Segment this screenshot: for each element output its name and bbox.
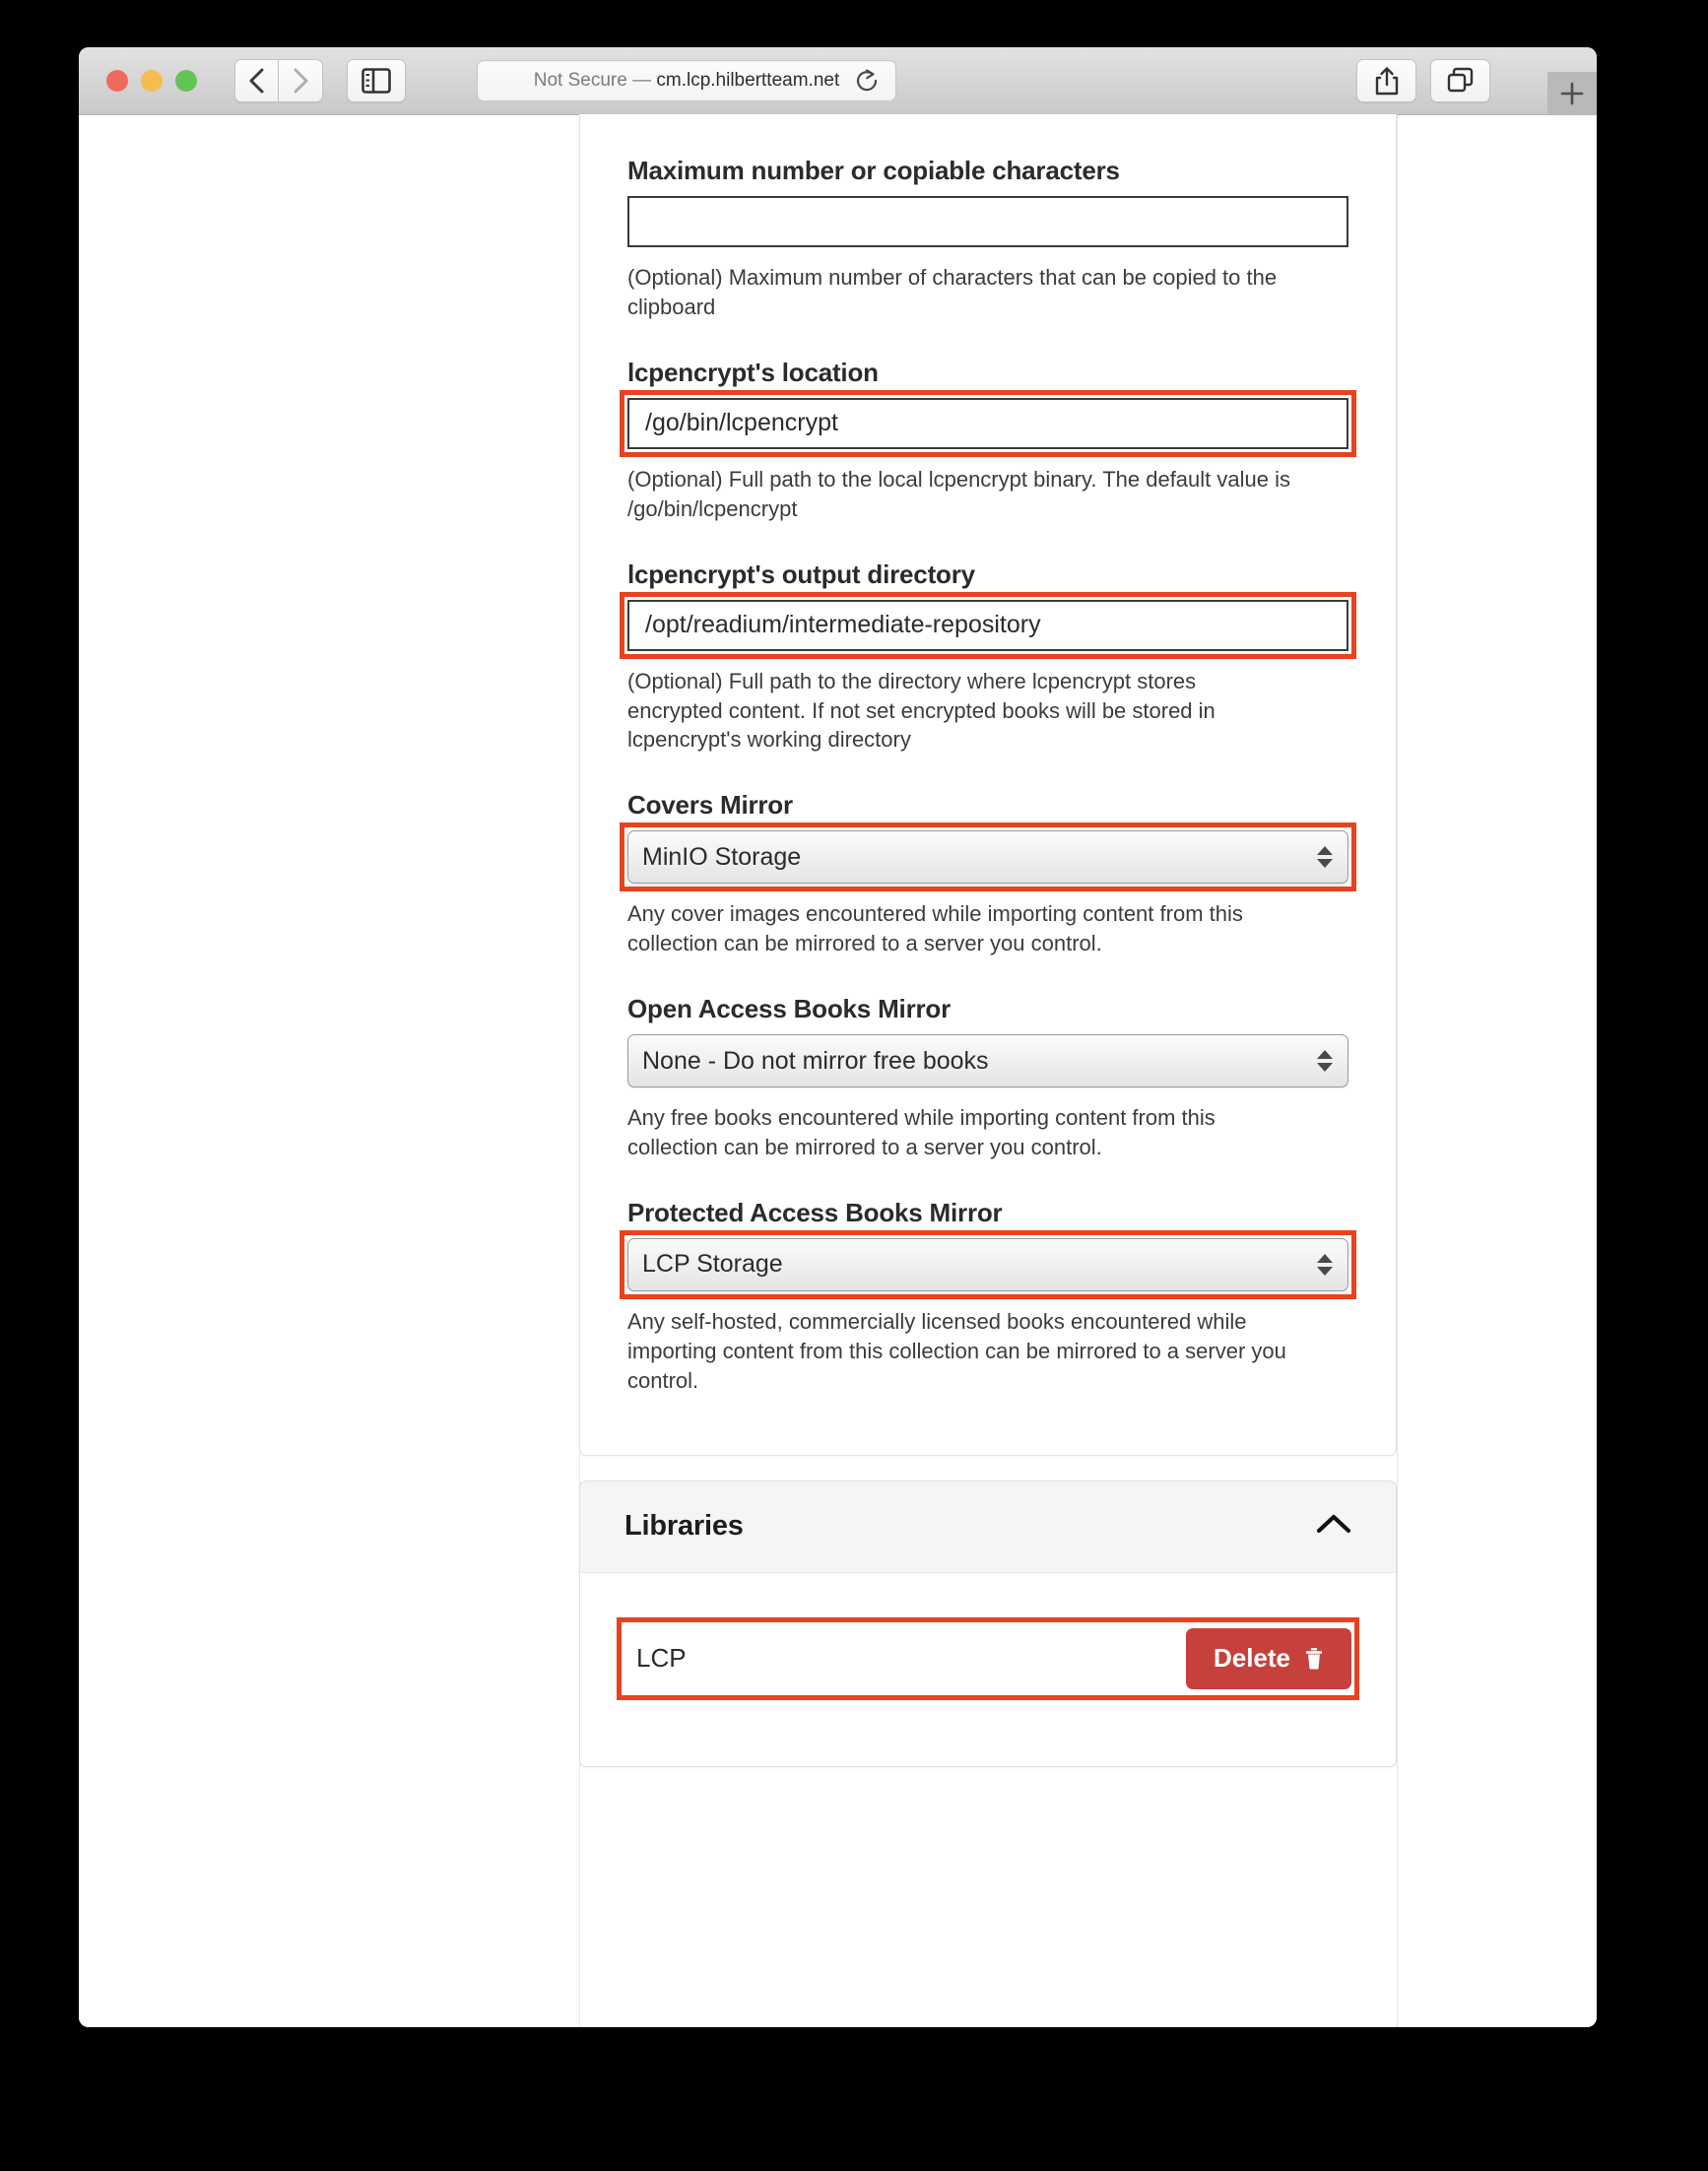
field-max-copiable-characters: Maximum number or copiable characters (O… (627, 114, 1348, 322)
field-help-text: (Optional) Maximum number of characters … (627, 265, 1278, 319)
toolbar-right-buttons (1356, 59, 1490, 102)
forward-button[interactable] (279, 59, 323, 102)
sidebar-toggle-button[interactable] (347, 59, 406, 102)
collection-settings-card: Maximum number or copiable characters (O… (579, 114, 1397, 1456)
libraries-panel-body: LCP Delete (580, 1573, 1396, 1766)
trash-icon (1306, 1647, 1322, 1670)
lcpencrypt-location-input[interactable] (620, 389, 1356, 457)
select-stepper-arrows-icon (1317, 1253, 1333, 1276)
select-stepper-arrows-icon (1317, 1050, 1333, 1073)
page-content: Maximum number or copiable characters (O… (79, 114, 1597, 2027)
back-button[interactable] (234, 59, 279, 102)
minimize-window-button[interactable] (141, 70, 163, 92)
window-controls (106, 70, 197, 92)
field-covers-mirror: Covers Mirror MinIO Storage Any cover im… (620, 790, 1356, 958)
sidebar-toggle-icon (361, 68, 391, 94)
reload-icon (856, 69, 878, 92)
covers-mirror-select[interactable]: MinIO Storage (620, 822, 1356, 892)
chevron-up-icon (1316, 1515, 1351, 1534)
field-help-text: Any cover images encountered while impor… (627, 901, 1243, 956)
delete-button-label: Delete (1213, 1643, 1290, 1674)
field-open-access-books-mirror: Open Access Books Mirror None - Do not m… (627, 994, 1348, 1162)
navigation-buttons (234, 59, 323, 102)
lcpencrypt-output-directory-input[interactable] (620, 591, 1356, 659)
content-right-divider (1397, 115, 1398, 2027)
tab-overview-icon (1447, 67, 1473, 93)
insecure-label: Not Secure (533, 70, 627, 91)
protected-access-books-mirror-select[interactable]: LCP Storage (620, 1229, 1356, 1299)
share-icon (1375, 67, 1398, 96)
field-label: Open Access Books Mirror (627, 994, 952, 1024)
forward-chevron-icon (294, 68, 308, 94)
field-help-text: Any self-hosted, commercially licensed b… (627, 1308, 1286, 1393)
library-row: LCP Delete (617, 1616, 1359, 1700)
browser-toolbar: Not Secure — cm.lcp.hilbertteam.net (79, 47, 1597, 115)
field-protected-access-books-mirror: Protected Access Books Mirror LCP Storag… (620, 1197, 1356, 1396)
libraries-panel-header[interactable]: Libraries (580, 1480, 1396, 1573)
select-stepper-arrows-icon (1317, 846, 1333, 869)
covers-mirror-select-value: MinIO Storage (627, 830, 1348, 885)
field-lcpencrypt-location: lcpencrypt's location (Optional) Full pa… (620, 357, 1356, 524)
back-chevron-icon (249, 68, 263, 94)
field-label: lcpencrypt's location (627, 357, 879, 387)
field-help-text: (Optional) Full path to the directory wh… (627, 668, 1215, 753)
field-label: Maximum number or copiable characters (627, 156, 1120, 185)
share-button[interactable] (1356, 59, 1416, 102)
libraries-panel: Libraries LCP Delete (579, 1480, 1397, 1767)
open-access-books-mirror-select-value: None - Do not mirror free books (627, 1034, 1348, 1088)
address-host: cm.lcp.hilbertteam.net (656, 70, 840, 91)
libraries-collapse-toggle[interactable] (1316, 1513, 1351, 1540)
field-help-text: Any free books encountered while importi… (627, 1105, 1215, 1160)
close-window-button[interactable] (106, 70, 128, 92)
max-copiable-characters-input[interactable] (627, 196, 1348, 247)
browser-window: Not Secure — cm.lcp.hilbertteam.net Maxi… (79, 47, 1597, 2027)
settings-content-column: Maximum number or copiable characters (O… (579, 114, 1397, 1767)
address-separator: — (626, 70, 657, 91)
tab-overview-button[interactable] (1430, 59, 1490, 102)
address-bar[interactable]: Not Secure — cm.lcp.hilbertteam.net (477, 60, 896, 101)
new-tab-button[interactable] (1547, 72, 1597, 115)
field-help-text: (Optional) Full path to the local lcpenc… (627, 466, 1290, 521)
library-name: LCP (636, 1643, 687, 1674)
address-bar-text: Not Secure — cm.lcp.hilbertteam.net (534, 70, 839, 92)
open-access-books-mirror-select[interactable]: None - Do not mirror free books (627, 1034, 1348, 1088)
libraries-panel-title: Libraries (624, 1510, 744, 1543)
plus-icon (1560, 82, 1584, 105)
field-lcpencrypt-output-directory: lcpencrypt's output directory (Optional)… (620, 559, 1356, 756)
field-label: Covers Mirror (627, 790, 793, 821)
reload-button[interactable] (854, 68, 880, 94)
field-label: Protected Access Books Mirror (627, 1197, 1003, 1227)
protected-access-books-mirror-select-value: LCP Storage (627, 1237, 1348, 1291)
field-label: lcpencrypt's output directory (627, 559, 975, 589)
maximize-window-button[interactable] (175, 70, 197, 92)
delete-library-button[interactable]: Delete (1185, 1627, 1351, 1689)
